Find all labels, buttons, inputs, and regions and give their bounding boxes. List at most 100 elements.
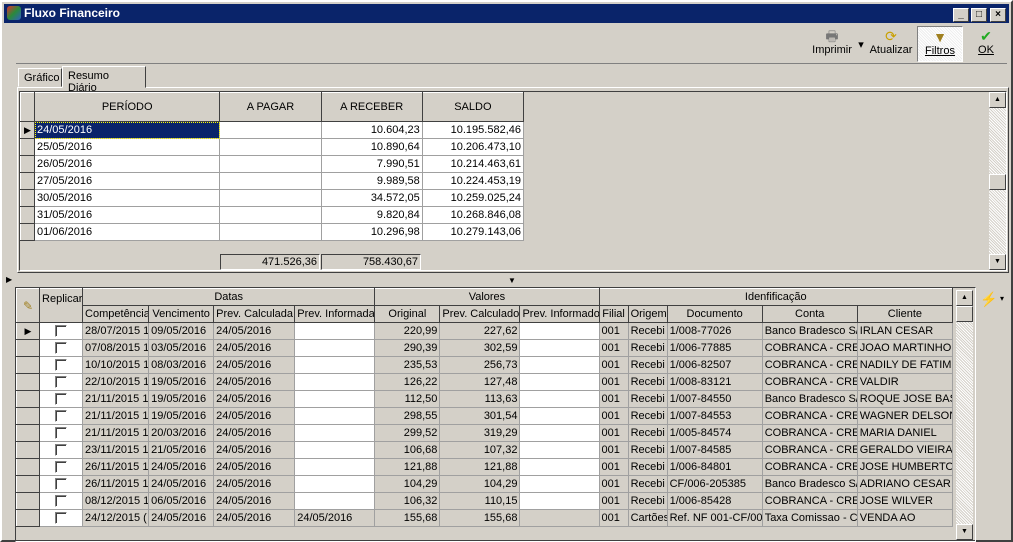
col-1[interactable]: Vencimento bbox=[148, 305, 215, 323]
detail-row[interactable]: 21/11/2015 1 19/05/2016 24/05/2016 112,50 11… bbox=[15, 390, 954, 408]
detail-cell[interactable] bbox=[294, 390, 376, 408]
detail-cell[interactable]: 1/007-84553 bbox=[666, 407, 763, 425]
detail-cell[interactable]: 001 bbox=[598, 390, 629, 408]
detail-cell[interactable]: 001 bbox=[598, 356, 629, 374]
detail-cell[interactable]: 24/05/2016 bbox=[213, 509, 296, 527]
detail-cell[interactable]: Recebi bbox=[627, 322, 668, 340]
detail-cell[interactable]: 21/11/2015 1 bbox=[82, 390, 150, 408]
summary-cell-saldo[interactable]: 10.224.453,19 bbox=[421, 172, 525, 190]
detail-cell[interactable]: GERALDO VIEIRA bbox=[856, 441, 954, 459]
detail-cell[interactable]: 121,88 bbox=[374, 458, 441, 476]
summary-cell-saldo[interactable]: 10.279.143,06 bbox=[421, 223, 525, 241]
detail-row[interactable]: 21/11/2015 1 19/05/2016 24/05/2016 298,55 30… bbox=[15, 407, 954, 425]
detail-cell[interactable]: MARIA DANIEL bbox=[856, 424, 954, 442]
col-7[interactable]: Filial bbox=[598, 305, 629, 323]
col-2[interactable]: Prev. Calculada bbox=[213, 305, 296, 323]
detail-cell[interactable]: 24/12/2015 ( bbox=[82, 509, 150, 527]
detail-cell[interactable]: 26/11/2015 1 bbox=[82, 458, 150, 476]
scroll-thumb[interactable] bbox=[989, 174, 1006, 190]
detail-cell[interactable]: 1/006-84801 bbox=[666, 458, 763, 476]
detail-cell[interactable]: 155,68 bbox=[439, 509, 521, 527]
detail-cell[interactable]: COBRANCA - CREI bbox=[761, 441, 858, 459]
summary-cell-saldo[interactable]: 10.268.846,08 bbox=[421, 206, 525, 224]
summary-row[interactable]: ▶ 24/05/2016 10.604,23 10.195.582,46 bbox=[19, 121, 525, 139]
replicar-checkbox[interactable] bbox=[39, 322, 84, 340]
detail-cell[interactable]: 256,73 bbox=[439, 356, 521, 374]
detail-cell[interactable]: 001 bbox=[598, 339, 629, 357]
summary-cell-a-pagar[interactable] bbox=[219, 121, 322, 139]
detail-row[interactable]: 26/11/2015 1 24/05/2016 24/05/2016 121,88 12… bbox=[15, 458, 954, 476]
summary-cell-saldo[interactable]: 10.259.025,24 bbox=[421, 189, 525, 207]
col-9[interactable]: Documento bbox=[666, 305, 763, 323]
detail-cell[interactable]: IRLAN CESAR bbox=[856, 322, 954, 340]
detail-cell[interactable]: Recebi bbox=[627, 492, 668, 510]
detail-cell[interactable]: 19/05/2016 bbox=[148, 373, 215, 391]
detail-cell[interactable]: 24/05/2016 bbox=[213, 373, 296, 391]
scroll-up-button[interactable]: ▲ bbox=[956, 290, 973, 306]
actions-dropdown-icon[interactable]: ▾ bbox=[1000, 294, 1004, 303]
detail-cell[interactable]: 24/05/2016 bbox=[213, 390, 296, 408]
detail-cell[interactable] bbox=[294, 458, 376, 476]
detail-cell[interactable]: 220,99 bbox=[374, 322, 441, 340]
detail-cell[interactable]: 26/11/2015 1 bbox=[82, 475, 150, 493]
detail-cell[interactable]: VENDA AO bbox=[856, 509, 954, 527]
detail-cell[interactable]: 1/006-85428 bbox=[666, 492, 763, 510]
detail-cell[interactable]: 235,53 bbox=[374, 356, 441, 374]
summary-row[interactable]: 27/05/2016 9.989,58 10.224.453,19 bbox=[19, 172, 525, 190]
detail-cell[interactable]: COBRANCA - CREI bbox=[761, 339, 858, 357]
detail-cell[interactable] bbox=[294, 356, 376, 374]
replicar-checkbox[interactable] bbox=[39, 441, 84, 459]
detail-cell[interactable]: 08/12/2015 1 bbox=[82, 492, 150, 510]
detail-cell[interactable]: 113,63 bbox=[439, 390, 521, 408]
detail-cell[interactable]: 21/11/2015 1 bbox=[82, 407, 150, 425]
detail-cell[interactable]: 24/05/2016 bbox=[213, 322, 296, 340]
detail-cell[interactable]: 24/05/2016 bbox=[213, 339, 296, 357]
detail-cell[interactable]: 24/05/2016 bbox=[213, 356, 296, 374]
detail-cell[interactable] bbox=[519, 458, 600, 476]
detail-cell[interactable]: 28/07/2015 1 bbox=[82, 322, 150, 340]
detail-cell[interactable] bbox=[294, 339, 376, 357]
ok-button[interactable]: ✔ OK bbox=[971, 26, 1001, 62]
detail-cell[interactable]: COBRANCA - CREI bbox=[761, 356, 858, 374]
detail-cell[interactable]: 24/05/2016 bbox=[294, 509, 376, 527]
detail-cell[interactable]: Banco Bradesco S/ bbox=[761, 322, 858, 340]
detail-cell[interactable]: 08/03/2016 bbox=[148, 356, 215, 374]
detail-cell[interactable] bbox=[294, 475, 376, 493]
detail-cell[interactable]: 104,29 bbox=[374, 475, 441, 493]
detail-cell[interactable]: ROQUE JOSE BAS bbox=[856, 390, 954, 408]
summary-cell-a-receber[interactable]: 9.989,58 bbox=[320, 172, 423, 190]
detail-cell[interactable] bbox=[519, 424, 600, 442]
detail-cell[interactable] bbox=[519, 509, 600, 527]
detail-cell[interactable] bbox=[519, 390, 600, 408]
print-button[interactable]: 🖶 Imprimir bbox=[812, 26, 852, 62]
replicar-checkbox[interactable] bbox=[39, 509, 84, 527]
splitter-left-arrow-icon[interactable]: ▶ bbox=[6, 275, 12, 284]
col-4[interactable]: Original bbox=[374, 305, 441, 323]
detail-cell[interactable]: 001 bbox=[598, 458, 629, 476]
detail-row[interactable]: ▶ 28/07/2015 1 09/05/2016 24/05/2016 220,99 2… bbox=[15, 322, 954, 340]
summary-cell-a-receber[interactable]: 7.990,51 bbox=[320, 155, 423, 173]
replicar-checkbox[interactable] bbox=[39, 458, 84, 476]
col-8[interactable]: Origem bbox=[627, 305, 668, 323]
summary-cell-saldo[interactable]: 10.206.473,10 bbox=[421, 138, 525, 156]
detail-cell[interactable] bbox=[519, 339, 600, 357]
detail-cell[interactable] bbox=[294, 373, 376, 391]
detail-cell[interactable]: Recebi bbox=[627, 339, 668, 357]
detail-cell[interactable]: Banco Bradesco S/ bbox=[761, 390, 858, 408]
detail-cell[interactable]: 23/11/2015 1 bbox=[82, 441, 150, 459]
detail-cell[interactable]: 21/11/2015 1 bbox=[82, 424, 150, 442]
detail-cell[interactable] bbox=[519, 441, 600, 459]
detail-cell[interactable]: ADRIANO CESAR bbox=[856, 475, 954, 493]
detail-cell[interactable]: Cartões bbox=[627, 509, 668, 527]
lightning-icon[interactable]: ⚡ bbox=[980, 291, 997, 308]
detail-cell[interactable]: COBRANCA - CREI bbox=[761, 424, 858, 442]
detail-cell[interactable]: JOSE HUMBERTO bbox=[856, 458, 954, 476]
detail-cell[interactable]: COBRANCA - CREI bbox=[761, 373, 858, 391]
detail-cell[interactable]: 1/007-84550 bbox=[666, 390, 763, 408]
detail-row[interactable]: 22/10/2015 1 19/05/2016 24/05/2016 126,22 12… bbox=[15, 373, 954, 391]
detail-cell[interactable]: 001 bbox=[598, 509, 629, 527]
detail-cell[interactable]: Recebi bbox=[627, 407, 668, 425]
replicar-checkbox[interactable] bbox=[39, 424, 84, 442]
scroll-down-button[interactable]: ▼ bbox=[989, 254, 1006, 270]
detail-cell[interactable]: NADILY DE FATIM bbox=[856, 356, 954, 374]
